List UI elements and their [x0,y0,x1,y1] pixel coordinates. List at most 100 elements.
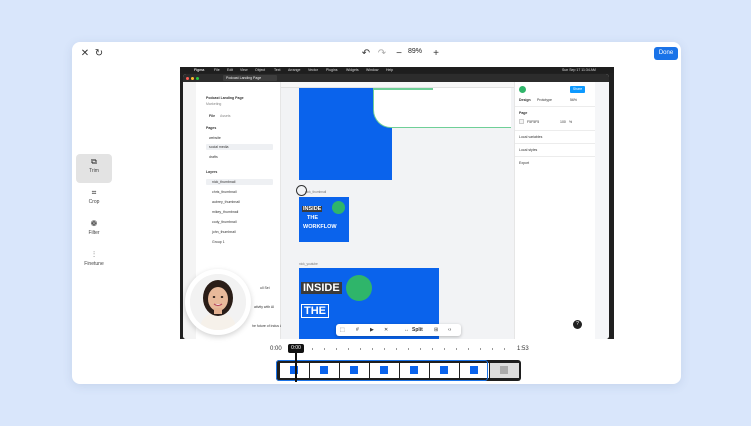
layer-item: mikey_thumbnail [212,210,239,214]
timeline-tick [396,348,397,350]
thumb-text: INSIDE [302,206,323,212]
presenter-photo [190,274,246,330]
share-button: Share [570,86,585,93]
filter-tool[interactable]: ❁ Filter [76,216,112,245]
team-name: Marketing [206,102,222,106]
sliders-icon: ⫶ [93,250,95,259]
play-icon[interactable]: ▶ [370,326,374,334]
guest-avatar [332,201,345,214]
crop-tool[interactable]: ⌗ Crop [76,185,112,214]
menu-item: Window [366,68,379,72]
tab-design: Design [519,98,531,102]
finetune-label: Finetune [84,261,104,267]
timeline-tick [420,348,421,350]
trim-tool[interactable]: ⧉ Trim [76,154,112,183]
pages-header: Pages [206,126,217,130]
thumb-text: WORKFLOW [303,224,337,230]
avatar [519,86,526,93]
figma-design-panel: Share Design Prototype 56% Page F5F5F5 1… [514,82,596,339]
page-item: website [209,136,221,140]
help-button: ? [573,320,582,329]
figma-canvas: nick_thumbnail INSIDE THE WORKFLOW nick_… [281,82,514,339]
nick-thumbnail: INSIDE THE WORKFLOW [299,197,349,242]
timeline: 0:00 0:00 1:53 [72,342,681,384]
crop-icon: ⌗ [91,188,97,197]
figma-zoom: 56% [570,98,578,102]
zoom-out-button[interactable]: − [392,47,406,61]
timeline-tick [432,348,433,350]
divider [515,130,596,131]
menu-item: Plugins [326,68,338,72]
tool-sidebar: ⧉ Trim ⌗ Crop ❁ Filter ⫶ Finetune [76,154,114,278]
divider [515,143,596,144]
divider [515,106,596,107]
close-dot [186,76,189,80]
layer-text: ativity with AI [254,305,275,309]
page-color-value: F5F5F5 [527,120,540,124]
timeline-tick [456,348,457,350]
page-section-label: Page [519,111,528,115]
finetune-tool[interactable]: ⫶ Finetune [76,247,112,276]
menu-item: File [214,68,220,72]
trim-selection[interactable] [276,360,488,381]
select-icon[interactable]: ⬚ [340,326,345,334]
page-opacity-value: 100 [560,120,566,124]
local-styles-section: Local styles [519,148,538,152]
layer-text: ull Sei [260,286,270,290]
end-time: 1:53 [517,346,529,352]
start-time: 0:00 [270,346,282,352]
tab-prototype: Prototype [537,98,552,102]
green-guide [373,88,433,90]
figma-file-tab: Podcast Landing Page [223,75,277,81]
menubar-clock: Sun Sep 17 11:34 AM [562,68,596,72]
timeline-tick [492,348,493,350]
video-editor-window: ✕ ↻ ↶ ↷ − 89% + Done ⧉ Trim ⌗ Crop ❁ Fil… [72,42,681,384]
menu-item: Widgets [346,68,359,72]
white-frame [373,88,511,128]
thumb-text: THE [307,215,318,221]
layer-text: he future of indus AI [252,324,284,328]
menu-item: Vector [308,68,318,72]
zoom-in-button[interactable]: + [429,47,443,61]
close-icon[interactable]: ✕ [78,47,92,61]
minimize-dot [191,76,194,80]
split-icon[interactable]: ↔ [404,326,409,334]
code-icon[interactable]: ‹› [448,326,451,334]
webcam-bubble[interactable] [185,269,251,335]
frame-label: nick_thumbnail [305,190,327,194]
filmstrip[interactable] [276,360,521,381]
layer-item: Group 1 [212,240,225,244]
zoom-level: 89% [408,48,423,55]
timeline-tick [312,348,313,350]
done-button[interactable]: Done [654,47,678,60]
timeline-tick [384,348,385,350]
redo-icon[interactable]: ↷ [375,47,389,61]
film-frame [490,363,519,378]
split-button[interactable]: Split [412,326,423,334]
timeline-tick [504,348,505,350]
undo-icon[interactable]: ↶ [359,47,373,61]
tab-assets: Assets [220,114,231,118]
timeline-tick [408,348,409,350]
page-item: social media [209,145,229,149]
playhead[interactable] [295,352,297,382]
timeline-tick [444,348,445,350]
redo-icon[interactable]: ↻ [92,47,106,61]
figma-right-strip [595,82,609,339]
page-color-swatch [519,119,524,124]
layers-header: Layers [206,170,218,174]
grid-icon[interactable]: ⊞ [434,326,438,334]
layer-item: john_thumbnail [212,230,236,234]
timeline-tick [348,348,349,350]
timeline-tick [468,348,469,350]
divider [515,156,596,157]
mute-icon[interactable]: ✕ [384,326,388,334]
trim-icon: ⧉ [91,157,97,166]
menu-item: View [240,68,248,72]
timeline-tick [336,348,337,350]
frame-icon[interactable]: # [356,326,359,334]
timeline-tick [372,348,373,350]
frame-label: nick_youtube [299,262,318,266]
page-item: drafts [209,155,218,159]
menu-item: Text [274,68,281,72]
